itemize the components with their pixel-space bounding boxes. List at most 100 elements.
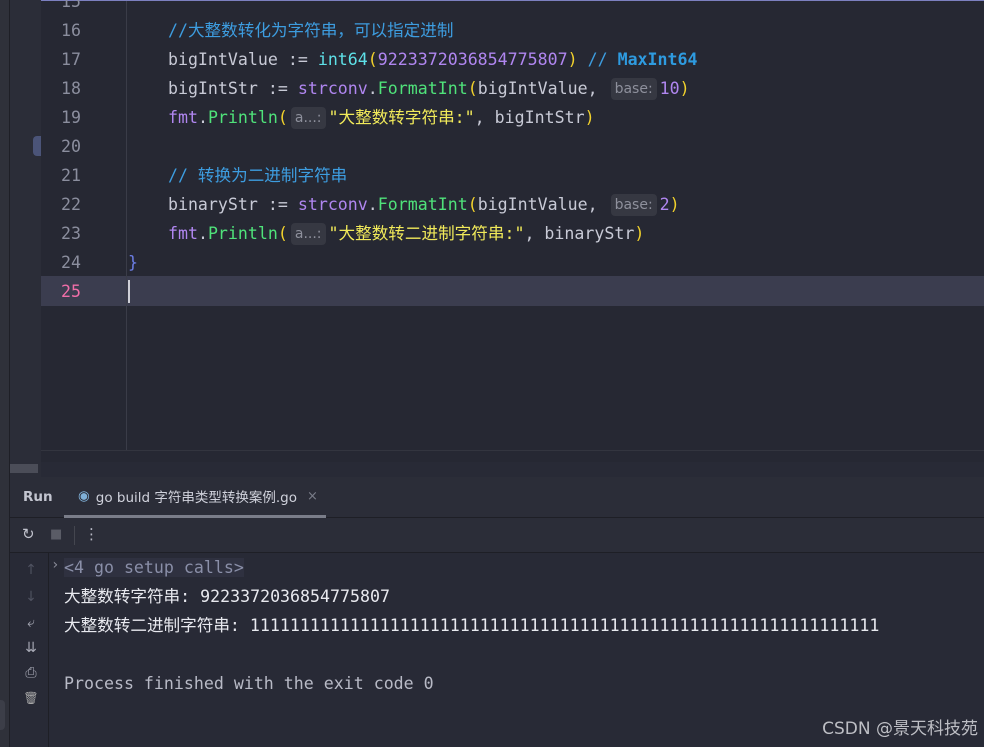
code-token: //大整数转化为字符串，可以指定进制	[128, 21, 454, 40]
code-token: )	[669, 195, 680, 214]
line-number: 22	[61, 195, 81, 214]
code-token: 10	[659, 79, 680, 98]
expand-chevron-icon[interactable]: ›	[51, 557, 59, 573]
code-text: binaryStr := strconv.FormatInt(bigIntVal…	[128, 190, 680, 219]
watermark: CSDN @景天科技苑	[822, 719, 978, 739]
parameter-hint: a...:	[290, 107, 326, 129]
code-token: bigIntValue :=	[128, 50, 318, 69]
code-token: FormatInt	[377, 195, 468, 214]
close-tab-icon[interactable]: ×	[307, 489, 318, 504]
code-text: fmt.Println(a...: "大整数转二进制字符串:", binarySt…	[128, 219, 644, 248]
code-token: bigIntValue,	[477, 79, 608, 98]
line-number: 17	[61, 50, 81, 69]
run-side-toolbar: ↑ ↓ ⤶ ⇊ ⎙ 🗑	[10, 553, 49, 747]
dock-handle[interactable]	[0, 700, 5, 730]
gopher-run-icon: ◉	[78, 488, 90, 504]
line-number: 24	[61, 253, 81, 272]
code-token: fmt	[128, 224, 198, 243]
run-panel-title: Run	[23, 489, 53, 505]
rerun-icon[interactable]: ↻	[22, 525, 35, 543]
code-token: Println	[207, 108, 278, 127]
editor-bottom-edge	[41, 450, 984, 451]
code-token: fmt	[128, 108, 198, 127]
code-token: "大整数转二进制字符串:"	[328, 224, 525, 243]
code-token: )	[584, 108, 595, 127]
code-text: bigIntStr := strconv.FormatInt(bigIntVal…	[128, 74, 690, 103]
code-token: //	[577, 50, 618, 69]
code-text: //大整数转化为字符串，可以指定进制	[128, 16, 454, 45]
code-token: (	[467, 79, 478, 98]
left-tool-strip	[0, 0, 10, 747]
line-number: 16	[61, 21, 81, 40]
code-line[interactable]: 15	[41, 0, 984, 16]
code-token: .	[197, 108, 208, 127]
code-token: FormatInt	[377, 79, 468, 98]
code-token: strconv	[297, 195, 368, 214]
code-line[interactable]: 20	[41, 132, 984, 161]
text-caret	[128, 280, 130, 303]
trash-icon[interactable]: 🗑	[22, 691, 40, 705]
line-number: 20	[61, 137, 81, 156]
code-token: (	[467, 195, 478, 214]
line-number: 25	[61, 282, 81, 301]
structure-gutter	[10, 0, 51, 478]
code-line[interactable]: 19 fmt.Println(a...: "大整数转字符串:", bigIntSt…	[41, 103, 984, 132]
code-token: (	[277, 224, 288, 243]
toolbar-divider	[74, 526, 75, 545]
code-token: )	[679, 79, 690, 98]
code-text: }	[128, 248, 138, 277]
output-line-2: 大整数转二进制字符串: 1111111111111111111111111111…	[64, 616, 880, 635]
code-token: // 转换为二进制字符串	[128, 166, 348, 185]
setup-calls-text: <4 go setup calls>	[64, 558, 244, 577]
parameter-hint: base:	[610, 194, 657, 216]
code-text: fmt.Println(a...: "大整数转字符串:", bigIntStr)	[128, 103, 595, 132]
code-token: bigIntValue,	[477, 195, 608, 214]
code-token: }	[128, 253, 138, 272]
output-line-1: 大整数转字符串: 9223372036854775807	[64, 587, 390, 606]
more-options-icon[interactable]: ⋮	[84, 525, 99, 543]
code-line[interactable]: 22 binaryStr := strconv.FormatInt(bigInt…	[41, 190, 984, 219]
line-number: 18	[61, 79, 81, 98]
code-token: (	[277, 108, 288, 127]
tab-go-build[interactable]: ◉ go build 字符串类型转换案例.go ×	[64, 477, 326, 518]
run-panel-header: Run ◉ go build 字符串类型转换案例.go ×	[10, 477, 984, 518]
code-text: // 转换为二进制字符串	[128, 161, 347, 190]
code-token: .	[367, 79, 378, 98]
up-arrow-icon[interactable]: ↑	[22, 562, 40, 578]
code-token: , binaryStr	[524, 224, 635, 243]
code-line[interactable]: 21 // 转换为二进制字符串	[41, 161, 984, 190]
horizontal-scrollbar[interactable]	[10, 464, 38, 473]
line-number: 19	[61, 108, 81, 127]
code-text: bigIntValue := int64(9223372036854775807…	[128, 45, 698, 74]
code-token: "大整数转字符串:"	[328, 108, 475, 127]
code-line[interactable]: 18 bigIntStr := strconv.FormatInt(bigInt…	[41, 74, 984, 103]
code-token: , bigIntStr	[474, 108, 585, 127]
line-number: 15	[61, 0, 81, 11]
code-editor[interactable]: 15 16 //大整数转化为字符串，可以指定进制 17 bigIntValue :=…	[41, 0, 984, 462]
soft-wrap-icon[interactable]: ⤶	[22, 615, 40, 631]
code-line[interactable]: 24}	[41, 248, 984, 277]
code-line[interactable]: 17 bigIntValue := int64(9223372036854775…	[41, 45, 984, 74]
setup-calls-fold[interactable]: <4 go setup calls>	[64, 553, 244, 582]
down-arrow-icon[interactable]: ↓	[22, 589, 40, 605]
parameter-hint: a...:	[290, 223, 326, 245]
stop-icon[interactable]: ■	[50, 527, 62, 542]
process-finished-line: Process finished with the exit code 0	[64, 674, 434, 693]
code-line[interactable]: 23 fmt.Println(a...: "大整数转二进制字符串:", binar…	[41, 219, 984, 248]
code-line[interactable]: 16 //大整数转化为字符串，可以指定进制	[41, 16, 984, 45]
line-number: 21	[61, 166, 81, 185]
code-token: binaryStr :=	[128, 195, 298, 214]
code-token: (	[367, 50, 378, 69]
print-icon[interactable]: ⎙	[22, 665, 40, 681]
code-token: 2	[659, 195, 670, 214]
code-token: int64	[317, 50, 368, 69]
run-toolbar: ↻ ■ ⋮	[10, 518, 984, 553]
code-token: .	[367, 195, 378, 214]
scroll-to-end-icon[interactable]: ⇊	[22, 640, 40, 656]
code-line[interactable]: 25	[41, 277, 984, 306]
tab-label: go build 字符串类型转换案例.go	[95, 490, 298, 506]
code-token: Println	[207, 224, 278, 243]
code-token: )	[634, 224, 645, 243]
code-token: MaxInt64	[617, 50, 698, 69]
code-token: )	[567, 50, 578, 69]
